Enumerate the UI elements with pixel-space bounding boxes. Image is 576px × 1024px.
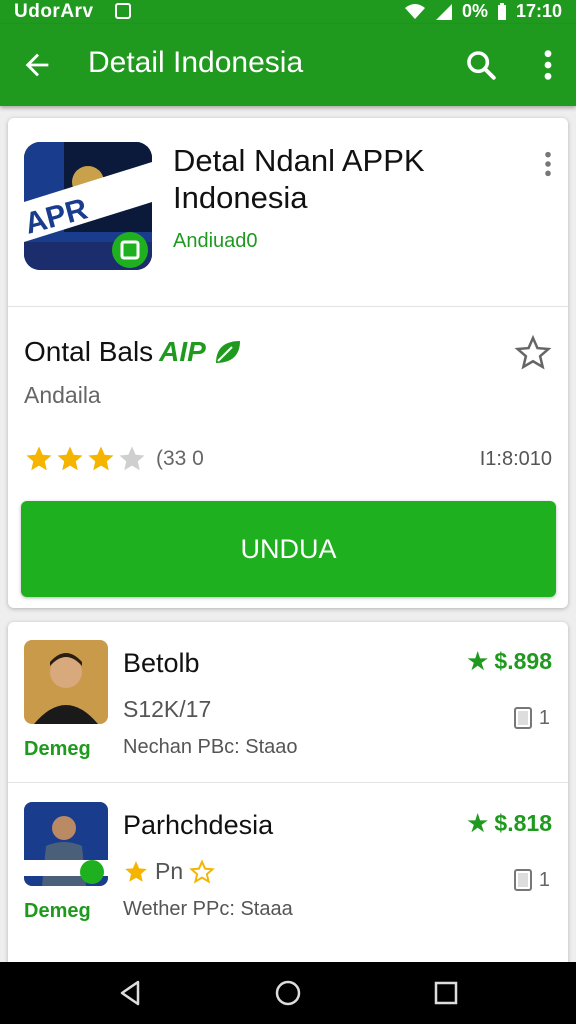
battery-percent: 0% [461, 1, 488, 21]
nav-home-icon[interactable] [273, 978, 303, 1008]
list-item-copies: 1 [513, 706, 550, 730]
back-arrow-icon[interactable] [20, 48, 54, 82]
star-half-icon [119, 446, 145, 471]
list-item-title: Betolb [123, 648, 200, 678]
signal-icon [435, 3, 452, 20]
app-bar: Detail Indonesia [0, 24, 576, 106]
app-detail-card: APR Detal Ndanl APPK Indonesia Andiuad0 … [8, 118, 568, 608]
leaf-icon [215, 341, 240, 363]
star-icon [57, 446, 83, 471]
list-item-meta: Wether PPc: Staaa [123, 898, 293, 920]
developer-name[interactable]: Andaila [24, 382, 101, 409]
list-item-badge: Demeg [24, 900, 91, 922]
more-vert-icon[interactable] [538, 48, 558, 82]
star-icon [26, 446, 52, 471]
rating-count: (33 0 [156, 447, 204, 470]
list-item-badge: Demeg [24, 738, 91, 760]
app-name: Detal Ndanl APPK Indonesia [173, 143, 425, 216]
star-outline-icon[interactable] [514, 334, 552, 372]
list-item-copies-count: 1 [538, 868, 550, 891]
battery-icon [497, 2, 506, 20]
copy-icon [513, 869, 532, 891]
status-right: 0% 17:10 [404, 1, 562, 22]
avatar [24, 640, 108, 724]
avatar [24, 802, 108, 886]
notification-icon [115, 3, 131, 19]
search-icon[interactable] [464, 48, 498, 82]
star-icon [88, 446, 114, 471]
list-item-subtitle-text: S12K/17 [123, 696, 212, 722]
app-title-secondary: Ontal Bals AIP [24, 336, 244, 368]
list-item-subtitle: Pn [123, 858, 216, 885]
list-item-title: Parhchdesia [123, 810, 274, 840]
list-item-copies-count: 1 [538, 706, 550, 729]
related-list-card: Betolb S12K/17 Demeg Nechan PBc: Staao ★… [8, 622, 568, 967]
status-bar: UdorArv 0% 17:10 [0, 0, 576, 24]
install-button[interactable]: UNDUA [21, 501, 556, 597]
app-title-secondary-text: Ontal Bals [24, 336, 154, 367]
list-item-subtitle-text: Pn [155, 858, 184, 884]
list-item-price: ★ $.818 [467, 810, 552, 836]
list-item[interactable]: Betolb S12K/17 Demeg Nechan PBc: Staao ★… [8, 622, 568, 783]
page-title: Detail Indonesia [88, 46, 304, 79]
wifi-icon [404, 3, 425, 19]
nav-back-icon[interactable] [116, 978, 146, 1008]
list-item-meta: Nechan PBc: Staao [123, 736, 298, 758]
system-nav-bar [0, 962, 576, 1024]
list-item-subtitle: S12K/17 [123, 696, 211, 723]
copy-icon [513, 707, 532, 729]
nav-recents-icon[interactable] [431, 978, 461, 1008]
rating-row: (33 0 [24, 444, 204, 474]
card-more-icon[interactable] [542, 150, 554, 178]
star-icon [125, 860, 147, 882]
list-item-copies: 1 [513, 868, 550, 892]
carrier-label: UdorArv [14, 1, 94, 22]
app-size: I1:8:010 [479, 448, 552, 470]
app-icon[interactable]: APR [24, 142, 152, 270]
app-title-accent: AIP [159, 336, 206, 367]
star-outline-icon [189, 858, 216, 884]
app-subtitle: Andiuad0 [173, 230, 258, 252]
divider [8, 306, 568, 307]
clock: 17:10 [515, 1, 562, 21]
list-item-price: ★ $.898 [467, 648, 552, 674]
list-item[interactable]: Parhchdesia Pn Demeg Wether PPc: Staaa ★… [8, 784, 568, 944]
divider [8, 782, 568, 783]
